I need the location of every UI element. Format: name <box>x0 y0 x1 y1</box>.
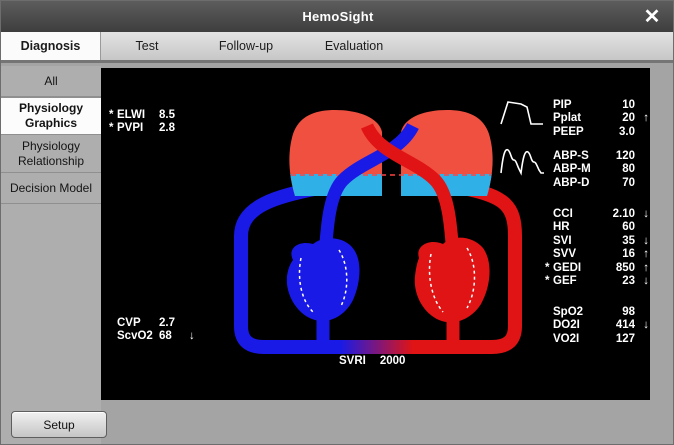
param-value: 414 <box>599 319 635 331</box>
content-area: All Physiology Graphics Physiology Relat… <box>1 66 674 445</box>
hemosight-window: HemoSight ✕ Diagnosis Test Follow-up Eva… <box>0 0 674 445</box>
param-row-elwi: * ELWI 8.5 <box>109 108 201 122</box>
param-row-gedi: * GEDI 850 ↑ <box>545 261 649 275</box>
svri-row: SVRI 2000 <box>339 355 405 367</box>
param-value: 10 <box>599 99 635 111</box>
param-row-hr: HR 60 <box>545 221 649 235</box>
elwi-pvpi-group: * ELWI 8.5 * PVPI 2.8 <box>109 108 201 135</box>
param-row-abp-d: ABP-D 70 <box>545 176 649 190</box>
param-row-pip: PIP 10 <box>545 98 649 112</box>
param-label: SpO2 <box>553 306 599 318</box>
arterial-waveform-icon <box>499 142 545 178</box>
param-star: * <box>109 109 117 121</box>
sidebar-item-decision-model[interactable]: Decision Model <box>1 173 101 204</box>
param-value: 60 <box>599 221 635 233</box>
param-star: * <box>109 122 117 134</box>
param-row-cci: CCI 2.10 ↓ <box>545 207 649 221</box>
param-label: ABP-D <box>553 177 599 189</box>
param-row-peep: PEEP 3.0 <box>545 125 649 139</box>
param-value: 80 <box>599 163 635 175</box>
sidebar-item-physiology-relationship[interactable]: Physiology Relationship <box>1 135 101 173</box>
param-label: ABP-M <box>553 163 599 175</box>
sidebar-item-all[interactable]: All <box>1 66 101 97</box>
close-icon[interactable]: ✕ <box>639 4 665 30</box>
sidebar-item-physiology-graphics[interactable]: Physiology Graphics <box>1 97 101 135</box>
param-label: PVPI <box>117 122 159 134</box>
param-label: GEF <box>553 275 599 287</box>
param-label: PIP <box>553 99 599 111</box>
param-label: ABP-S <box>553 150 599 162</box>
ventilation-waveform-icon <box>499 94 545 128</box>
param-trend-arrow: ↑ <box>635 262 649 274</box>
param-star: * <box>545 275 553 287</box>
param-trend-arrow: ↓ <box>635 235 649 247</box>
param-value: 2.8 <box>159 122 189 134</box>
param-trend-arrow: ↑ <box>635 248 649 260</box>
param-row-svi: SVI 35 ↓ <box>545 234 649 248</box>
tab-diagnosis[interactable]: Diagnosis <box>1 32 101 60</box>
param-label: ScvO2 <box>117 330 159 342</box>
param-label: HR <box>553 221 599 233</box>
param-star: * <box>545 262 553 274</box>
param-label: SVRI <box>339 355 366 367</box>
tab-follow-up[interactable]: Follow-up <box>193 32 299 60</box>
param-value: 2.10 <box>599 208 635 220</box>
param-value: 3.0 <box>599 126 635 138</box>
param-row-pvpi: * PVPI 2.8 <box>109 122 201 136</box>
physiology-panel: * ELWI 8.5 * PVPI 2.8 CVP 2.7 <box>101 68 650 400</box>
ventilation-group: PIP 10 Pplat 20 ↑ PEEP 3.0 <box>545 98 649 139</box>
param-trend-arrow: ↑ <box>635 112 649 124</box>
oxygenation-group: SpO2 98 DO2I 414 ↓ VO2I 127 <box>545 305 649 346</box>
param-value: 127 <box>599 333 635 345</box>
param-value: 23 <box>599 275 635 287</box>
param-value: 120 <box>599 150 635 162</box>
param-value: 98 <box>599 306 635 318</box>
hemodynamic-group: CCI 2.10 ↓ HR 60 SVI 35 ↓ <box>545 207 649 288</box>
param-label: DO2I <box>553 319 599 331</box>
param-label: ELWI <box>117 109 159 121</box>
param-value: 68 <box>159 330 189 342</box>
param-value: 2.7 <box>159 317 189 329</box>
param-trend-arrow: ↓ <box>635 319 649 331</box>
param-trend-arrow: ↓ <box>635 208 649 220</box>
param-value: 850 <box>599 262 635 274</box>
sidebar: All Physiology Graphics Physiology Relat… <box>1 66 101 445</box>
param-row-spo2: SpO2 98 <box>545 305 649 319</box>
setup-button[interactable]: Setup <box>11 411 107 438</box>
window-title: HemoSight <box>302 9 373 24</box>
param-value: 35 <box>599 235 635 247</box>
tab-evaluation[interactable]: Evaluation <box>299 32 409 60</box>
param-row-vo2i: VO2I 127 <box>545 332 649 346</box>
param-value: 20 <box>599 112 635 124</box>
param-row-abp-m: ABP-M 80 <box>545 163 649 177</box>
cvp-scvo2-group: CVP 2.7 ScvO2 68 ↓ <box>109 316 201 343</box>
tab-test[interactable]: Test <box>101 32 193 60</box>
abp-group: ABP-S 120 ABP-M 80 ABP-D 70 <box>545 149 649 190</box>
param-label: CCI <box>553 208 599 220</box>
param-label: SVI <box>553 235 599 247</box>
param-trend-arrow: ↓ <box>189 330 201 342</box>
param-label: VO2I <box>553 333 599 345</box>
param-label: GEDI <box>553 262 599 274</box>
param-value: 2000 <box>380 355 406 367</box>
param-row-gef: * GEF 23 ↓ <box>545 275 649 289</box>
param-label: SVV <box>553 248 599 260</box>
param-label: Pplat <box>553 112 599 124</box>
param-trend-arrow: ↓ <box>635 275 649 287</box>
titlebar: HemoSight ✕ <box>1 1 674 32</box>
param-row-cvp: CVP 2.7 <box>109 316 201 330</box>
param-row-do2i: DO2I 414 ↓ <box>545 319 649 333</box>
param-label: PEEP <box>553 126 599 138</box>
param-row-pplat: Pplat 20 ↑ <box>545 112 649 126</box>
param-row-abp-s: ABP-S 120 <box>545 149 649 163</box>
tabbar: Diagnosis Test Follow-up Evaluation <box>1 32 674 63</box>
param-value: 70 <box>599 177 635 189</box>
param-value: 8.5 <box>159 109 189 121</box>
param-row-svv: SVV 16 ↑ <box>545 248 649 262</box>
param-row-scvo2: ScvO2 68 ↓ <box>109 330 201 344</box>
param-label: CVP <box>117 317 159 329</box>
param-value: 16 <box>599 248 635 260</box>
